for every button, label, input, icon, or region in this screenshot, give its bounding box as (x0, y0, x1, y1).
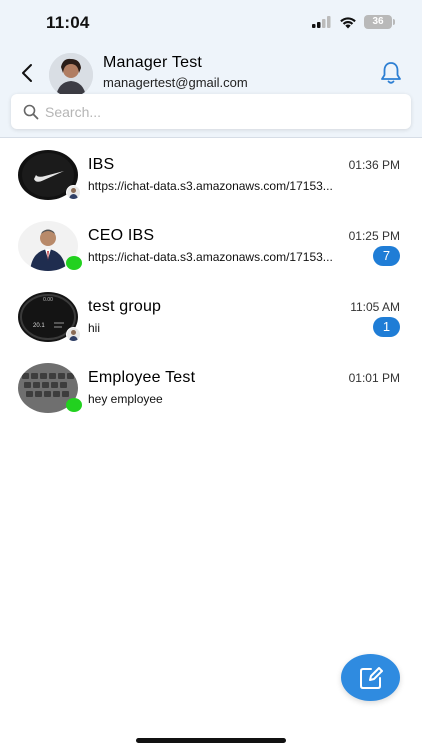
chat-preview: https://ichat-data.s3.amazonaws.com/1715… (88, 250, 333, 264)
chat-preview: hii (88, 321, 101, 335)
member-avatar (66, 327, 81, 342)
user-email: managertest@gmail.com (103, 75, 248, 90)
chat-item-ibs[interactable]: IBS https://ichat-data.s3.amazonaws.com/… (0, 140, 422, 211)
battery-icon: 36 (364, 15, 395, 29)
online-status-dot (66, 256, 82, 270)
chat-preview: hey employee (88, 392, 163, 406)
home-indicator (136, 738, 286, 743)
notifications-button[interactable] (378, 60, 404, 86)
chat-list: IBS https://ichat-data.s3.amazonaws.com/… (0, 140, 422, 424)
chat-name: Employee Test (88, 369, 196, 386)
member-avatar (66, 185, 81, 200)
chat-item-ceo-ibs[interactable]: CEO IBS https://ichat-data.s3.amazonaws.… (0, 211, 422, 282)
new-chat-button[interactable] (341, 654, 400, 701)
signal-icon (312, 16, 331, 28)
status-bar: 11:04 36 (0, 0, 422, 46)
search-input[interactable] (45, 103, 385, 120)
profile-photo (49, 53, 93, 97)
compose-icon (359, 666, 383, 689)
online-status-dot (66, 398, 82, 412)
status-time: 11:04 (46, 13, 90, 32)
profile-avatar[interactable] (49, 53, 93, 97)
chat-time: 01:36 PM (348, 158, 400, 172)
unread-badge: 7 (373, 246, 400, 266)
chat-preview: https://ichat-data.s3.amazonaws.com/1715… (88, 179, 333, 193)
back-button[interactable] (14, 60, 40, 86)
chat-item-test-group[interactable]: 0.00 20.1 test group hii 11:05 AM 1 (0, 282, 422, 353)
chat-name: IBS (88, 156, 115, 173)
chat-time: 01:25 PM (348, 229, 400, 243)
chat-name: CEO IBS (88, 227, 155, 244)
bell-icon (381, 62, 401, 84)
unread-badge: 1 (373, 317, 400, 337)
app-header: 11:04 36 Manager Test managertest@gmail.… (0, 0, 422, 138)
search-bar[interactable] (11, 94, 411, 129)
svg-text:20.1: 20.1 (33, 323, 45, 329)
chat-item-employee-test[interactable]: Employee Test hey employee 01:01 PM (0, 353, 422, 424)
svg-text:0.00: 0.00 (43, 297, 53, 303)
back-arrow-icon (22, 64, 32, 82)
chat-time: 01:01 PM (348, 371, 400, 385)
wifi-icon (340, 16, 356, 28)
chat-name: test group (88, 298, 162, 315)
user-name: Manager Test (103, 54, 203, 71)
status-icons: 36 (312, 15, 395, 29)
chat-time: 11:05 AM (350, 300, 400, 314)
search-icon (23, 104, 39, 119)
